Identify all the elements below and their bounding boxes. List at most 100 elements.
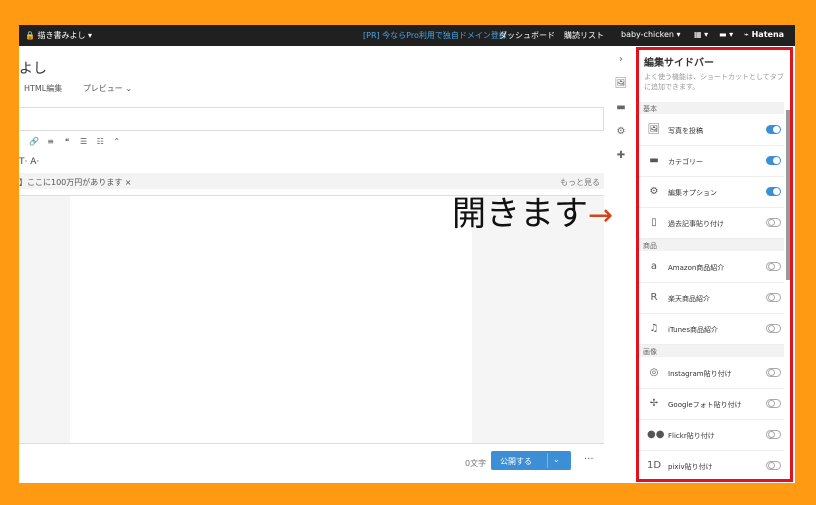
toggle-switch[interactable] bbox=[766, 399, 781, 408]
sidebar-item-label: 過去記事貼り付け bbox=[668, 220, 724, 228]
list-indent-icon[interactable]: ☷ bbox=[93, 137, 107, 146]
editor-tabs: HTML編集 プレビュー ⌄ bbox=[24, 83, 150, 94]
toggle-knob bbox=[768, 325, 775, 332]
editor-gutter bbox=[19, 196, 70, 444]
footer-bar: 0文字 公開する ⌄ ··· bbox=[19, 443, 604, 483]
sidebar-section-header: 基本 bbox=[639, 102, 784, 114]
chevron-down-icon[interactable]: ⌄ bbox=[553, 455, 560, 464]
link-icon[interactable]: 🔗 bbox=[27, 137, 41, 146]
tab-preview[interactable]: プレビュー ⌄ bbox=[83, 84, 132, 93]
grid-menu-icon[interactable]: ▦ ▾ bbox=[694, 30, 708, 39]
sidebar-item[interactable]: ♫ iTunes商品紹介 bbox=[639, 314, 784, 345]
annotation: 開きます→ bbox=[452, 186, 613, 235]
toggle-knob bbox=[768, 294, 775, 301]
chat-menu-icon[interactable]: ▬ ▾ bbox=[719, 30, 733, 39]
item-icon: R bbox=[650, 292, 658, 303]
reading-list-link[interactable]: 購読リスト bbox=[564, 30, 604, 41]
publish-button[interactable]: 公開する ⌄ bbox=[491, 451, 571, 470]
sidebar-item[interactable]: ●● Flickr貼り付け bbox=[639, 420, 784, 451]
toggle-knob bbox=[768, 263, 775, 270]
sidebar-item-label: Flickr貼り付け bbox=[668, 432, 715, 440]
notice-text[interactable]: 】ここに100万円があります × bbox=[19, 177, 132, 188]
sidebar-item-label: 写真を投稿 bbox=[668, 127, 703, 135]
gear-icon[interactable]: ⚙ bbox=[612, 123, 630, 147]
edit-sidebar: 編集サイドバー よく使う機能は、ショートカットとしてタブに追加できます。 基本 🖼… bbox=[636, 47, 793, 482]
sidebar-item[interactable]: R 楽天商品紹介 bbox=[639, 283, 784, 314]
item-icon: 1D bbox=[647, 460, 662, 471]
tab-html-edit[interactable]: HTML編集 bbox=[24, 84, 62, 93]
item-icon: ▯ bbox=[651, 217, 657, 228]
sidebar-item-label: Amazon商品紹介 bbox=[668, 264, 725, 272]
sidebar-item[interactable]: 🖼 写真を投稿 bbox=[639, 115, 784, 146]
top-bar: 🔒 描き書みよし ▾ [PR] 今ならPro利用で独自ドメイン登録 ダッシュボー… bbox=[19, 25, 795, 46]
user-menu[interactable]: baby-chicken ▾ bbox=[621, 30, 681, 39]
section-label: 商品 bbox=[643, 242, 657, 250]
section-label: 画像 bbox=[643, 348, 657, 356]
collapse-icon[interactable]: ⌃ bbox=[110, 137, 124, 146]
item-icon: ⚙ bbox=[649, 186, 659, 197]
sidebar-tab-strip: › 🖼 ▬ ⚙ ✚ bbox=[612, 51, 630, 171]
item-icon: ▬ bbox=[649, 155, 659, 166]
sidebar-item[interactable]: ◎ Instagram貼り付け bbox=[639, 358, 784, 389]
format-toolbar[interactable]: T· A· bbox=[19, 157, 39, 167]
promo-link[interactable]: [PR] 今ならPro利用で独自ドメイン登録 bbox=[363, 30, 507, 41]
sidebar-section-header: 商品 bbox=[639, 239, 784, 251]
title-field[interactable] bbox=[19, 107, 604, 131]
list-icon[interactable]: ☰ bbox=[77, 137, 91, 146]
annotation-text: 開きます bbox=[452, 194, 588, 234]
item-icon: ◎ bbox=[649, 367, 659, 378]
item-icon: 🖼 bbox=[647, 124, 661, 135]
item-icon: ✢ bbox=[649, 398, 659, 409]
toggle-knob bbox=[773, 157, 780, 164]
sidebar-item[interactable]: ✢ Googleフォト貼り付け bbox=[639, 389, 784, 420]
photo-icon[interactable]: 🖼 bbox=[612, 75, 630, 99]
article-title[interactable]: よし bbox=[19, 58, 47, 78]
toggle-switch[interactable] bbox=[766, 461, 781, 470]
item-icon: ♫ bbox=[649, 323, 659, 334]
toggle-switch[interactable] bbox=[766, 430, 781, 439]
toggle-switch[interactable] bbox=[766, 293, 781, 302]
folder-icon[interactable]: ▬ bbox=[612, 99, 630, 123]
toggle-knob bbox=[768, 431, 775, 438]
sidebar-title: 編集サイドバー bbox=[644, 58, 714, 69]
toggle-switch[interactable] bbox=[766, 218, 781, 227]
toggle-knob bbox=[768, 400, 775, 407]
toggle-switch[interactable] bbox=[766, 156, 781, 165]
toggle-knob bbox=[768, 369, 775, 376]
sidebar-item-label: iTunes商品紹介 bbox=[668, 326, 718, 334]
toggle-knob bbox=[768, 219, 775, 226]
toggle-switch[interactable] bbox=[766, 187, 781, 196]
quote-icon[interactable]: ❝ bbox=[60, 137, 74, 146]
toggle-switch[interactable] bbox=[766, 324, 781, 333]
section-label: 基本 bbox=[643, 105, 657, 113]
toggle-knob bbox=[773, 188, 780, 195]
editor-toolbar: 🔗 ≡ ❝ ☰ ☷ ⌃ bbox=[27, 137, 124, 146]
char-count: 0文字 bbox=[465, 459, 487, 468]
sidebar-item[interactable]: 1D pixiv貼り付け bbox=[639, 451, 784, 479]
hatena-logo[interactable]: ⌁ Hatena bbox=[744, 30, 784, 39]
sidebar-scrollbar[interactable] bbox=[786, 110, 790, 280]
toggle-switch[interactable] bbox=[766, 262, 781, 271]
sidebar-item-label: カテゴリー bbox=[668, 158, 703, 166]
dashboard-link[interactable]: ダッシュボード bbox=[499, 30, 555, 41]
toggle-switch[interactable] bbox=[766, 368, 781, 377]
blog-selector[interactable]: 🔒 描き書みよし ▾ bbox=[25, 30, 92, 41]
more-menu-icon[interactable]: ··· bbox=[584, 454, 594, 465]
toggle-switch[interactable] bbox=[766, 125, 781, 134]
horizontal-rule-icon[interactable]: ≡ bbox=[44, 137, 58, 146]
sidebar-item-label: Instagram貼り付け bbox=[668, 370, 732, 378]
plus-icon[interactable]: ✚ bbox=[612, 147, 630, 171]
publish-divider bbox=[547, 453, 548, 468]
sidebar-item[interactable]: ▬ カテゴリー bbox=[639, 146, 784, 177]
sidebar-description: よく使う機能は、ショートカットとしてタブに追加できます。 bbox=[644, 73, 784, 91]
sidebar-item[interactable]: a Amazon商品紹介 bbox=[639, 252, 784, 283]
collapse-sidebar-icon[interactable]: › bbox=[612, 51, 630, 75]
sidebar-item[interactable]: ⚙ 編集オプション bbox=[639, 177, 784, 208]
toggle-knob bbox=[768, 462, 775, 469]
sidebar-item[interactable]: ▯ 過去記事貼り付け bbox=[639, 208, 784, 239]
toggle-knob bbox=[773, 126, 780, 133]
item-icon: ●● bbox=[647, 429, 665, 440]
publish-label: 公開する bbox=[500, 457, 532, 466]
sidebar-section-header: 画像 bbox=[639, 345, 784, 357]
sidebar-item-label: pixiv貼り付け bbox=[668, 463, 713, 471]
